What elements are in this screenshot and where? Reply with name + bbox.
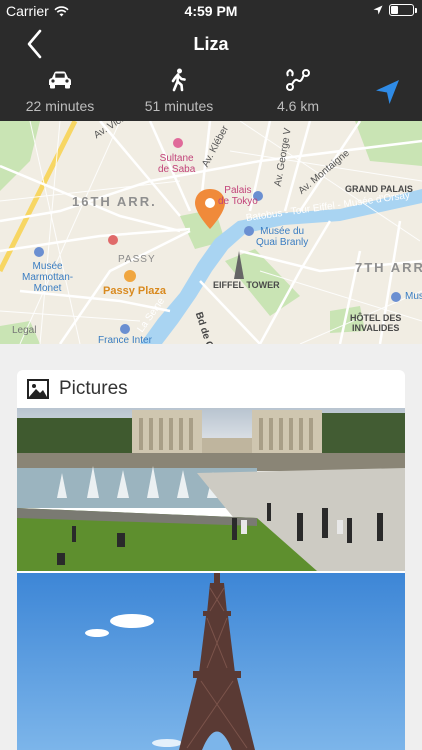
poi-marker — [173, 138, 183, 148]
photo-trocadero[interactable] — [17, 408, 405, 571]
pictures-header: Pictures — [17, 370, 405, 408]
travel-stats: 22 minutes 51 minutes 4.6 km — [0, 66, 422, 121]
pictures-card: Pictures — [17, 370, 405, 750]
car-icon — [49, 71, 71, 89]
route-icon — [286, 68, 310, 91]
map-label-poi: Palais de Tokyo — [218, 185, 258, 207]
photo-eiffel-tower[interactable] — [17, 573, 405, 750]
photo-image — [17, 573, 405, 750]
map-legal-link[interactable]: Legal — [12, 325, 36, 336]
walk-duration: 51 minutes — [144, 98, 214, 114]
page-title: Liza — [193, 34, 229, 54]
map-label-area: PASSY — [118, 254, 156, 265]
map-label-poi: Musée du Quai Branly — [256, 226, 309, 248]
battery-fill — [391, 6, 399, 14]
image-icon — [27, 379, 49, 399]
pictures-title: Pictures — [59, 378, 128, 399]
map-label-landmark: EIFFEL TOWER — [213, 280, 280, 290]
district-label: 7TH ARR. — [355, 260, 422, 275]
stat-distance: 4.6 km — [238, 66, 358, 114]
poi-marker — [120, 324, 130, 334]
map-label-poi: Passy Plaza — [103, 285, 166, 297]
photo-image — [17, 408, 405, 571]
poi-marker — [391, 292, 401, 302]
walking-icon — [171, 68, 186, 92]
route-distance: 4.6 km — [276, 98, 319, 114]
map-label-poi: Mus — [405, 291, 422, 302]
stat-walk: 51 minutes — [119, 66, 239, 114]
location-services-icon — [373, 5, 383, 15]
district-label: 16TH ARR. — [72, 194, 157, 209]
location-arrow-icon — [376, 80, 399, 104]
map-label-poi: France Inter — [98, 335, 152, 344]
map-label-landmark: HÔTEL DES INVALIDES — [350, 313, 402, 333]
poi-marker — [34, 247, 44, 257]
map-label-poi: Sultane de Saba — [158, 153, 196, 175]
content-area: Pictures — [0, 344, 422, 750]
route-map[interactable]: Av. Victor Hugo Av. Kléber Av. George V … — [0, 121, 422, 344]
hospital-marker — [108, 235, 118, 245]
status-right — [373, 4, 417, 16]
locate-button[interactable] — [374, 78, 402, 106]
map-label-poi: Musée Marmottan- Monet — [22, 261, 74, 294]
battery-icon — [389, 4, 417, 16]
nav-bar: Liza — [0, 22, 422, 66]
status-time: 4:59 PM — [184, 3, 238, 19]
car-duration: 22 minutes — [25, 98, 95, 114]
shopping-marker — [124, 270, 136, 282]
poi-marker — [244, 226, 254, 236]
status-bar: Carrier 4:59 PM — [0, 0, 422, 22]
stat-car: 22 minutes — [0, 66, 120, 114]
